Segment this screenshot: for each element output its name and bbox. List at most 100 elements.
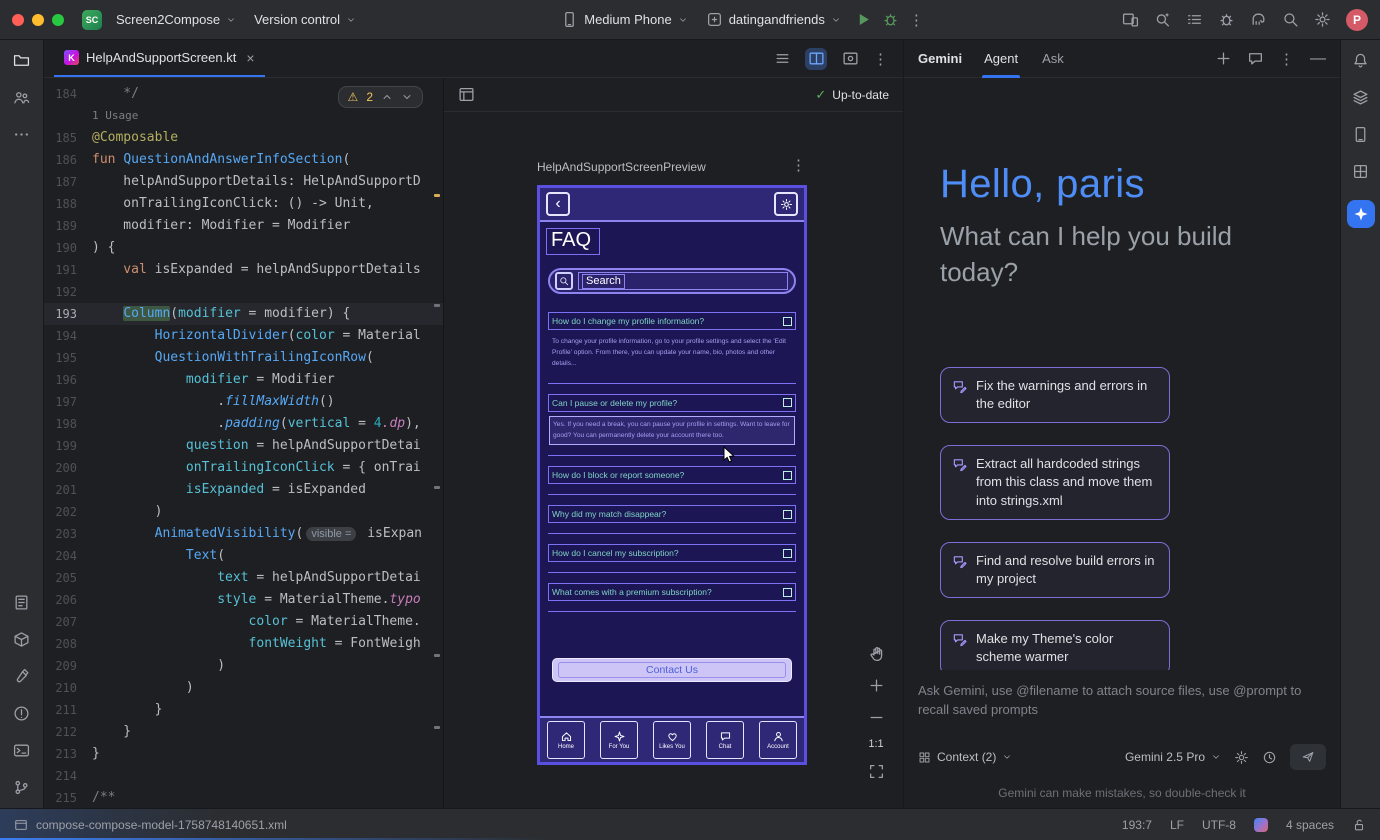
device-manager-icon[interactable] [1352,126,1369,143]
zoom-in-button[interactable] [865,674,887,696]
more-actions-button[interactable]: ⋮ [909,11,925,29]
minimize-window-button[interactable] [32,14,44,26]
chevron-down-icon [226,15,236,25]
project-selector[interactable]: Screen2Compose [112,8,240,31]
code-line: 214 [44,765,443,787]
project-tool-icon[interactable] [13,52,30,69]
new-chat-icon[interactable] [1215,50,1232,67]
hide-panel-icon[interactable]: — [1310,50,1326,68]
indent-setting[interactable]: 4 spaces [1286,818,1334,832]
faq-question-row: How do I change my profile information? [548,312,796,330]
ai-search-icon[interactable] [1154,11,1171,28]
previous-issue-icon[interactable] [381,91,393,103]
zoom-out-button[interactable] [865,706,887,728]
preview-options-button[interactable]: ⋮ [791,156,807,174]
editor-options-button[interactable]: ⋮ [873,50,889,68]
code-lines: 184 */1 Usage185@Composable186fun Questi… [44,83,443,808]
run-button[interactable] [855,11,872,28]
suggestion-card[interactable]: Make my Theme's color scheme warmer [940,620,1170,670]
zoom-ratio-button[interactable]: 1:1 [868,738,883,750]
person-icon [772,730,785,743]
tab-ask[interactable]: Ask [1040,40,1066,78]
debug-button[interactable] [882,11,899,28]
code-line: 199 question = helpAndSupportDetai [44,435,443,457]
editor-tab[interactable]: K HelpAndSupportScreen.kt × [54,40,265,77]
ui-check-mode-icon[interactable] [458,86,475,103]
close-window-button[interactable] [12,14,24,26]
close-tab-icon[interactable]: × [246,50,254,66]
send-button[interactable] [1290,744,1326,770]
gemini-options-button[interactable]: ⋮ [1279,50,1295,68]
minus-icon [868,709,885,726]
profiler-icon[interactable] [1218,11,1235,28]
file-icon [14,818,28,832]
warning-icon: ⚠ [348,90,359,104]
title-bar: SC Screen2Compose Version control Medium… [0,0,1380,40]
assistant-tool-icon[interactable] [1352,89,1369,106]
code-line: 207 color = MaterialTheme. [44,611,443,633]
profile-avatar[interactable]: P [1346,9,1368,31]
error-stripe[interactable] [433,78,443,808]
device-selector[interactable]: Medium Phone [557,7,691,32]
design-view-button[interactable] [839,48,861,70]
settings-icon[interactable] [1314,11,1331,28]
code-view-button[interactable] [771,48,793,70]
expand-toggle-icon [783,471,792,480]
chevron-down-icon [831,15,841,25]
inspection-widget[interactable]: ⚠ 2 [338,86,423,108]
terminal-tool-icon[interactable] [13,742,30,759]
right-tool-rail [1340,40,1380,808]
nav-item-account: Account [759,721,797,759]
split-view-button[interactable] [805,48,827,70]
nav-item-home: Home [547,721,585,759]
chat-history-icon[interactable] [1247,50,1264,67]
gemini-settings-icon[interactable] [1234,750,1249,765]
suggestion-card[interactable]: Find and resolve build errors in my proj… [940,542,1170,598]
chevron-down-icon [346,15,356,25]
gradle-sync-icon[interactable] [1250,11,1267,28]
gemini-body: Hello, paris What can I help you build t… [904,78,1340,670]
suggestion-card[interactable]: Fix the warnings and errors in the edito… [940,367,1170,423]
code-line: 208 fontWeight = FontWeigh [44,633,443,655]
build-tool-icon[interactable] [13,668,30,685]
gemini-tool-button[interactable] [1347,200,1375,228]
run-configuration-selector[interactable]: datingandfriends [702,7,845,32]
pan-button[interactable] [865,642,887,664]
model-selector[interactable]: Gemini 2.5 Pro [1125,750,1221,764]
layout-inspector-icon[interactable] [1352,163,1369,180]
resource-manager-icon[interactable] [13,631,30,648]
history-icon[interactable] [1262,750,1277,765]
code-line: 200 onTrailingIconClick = { onTrai [44,457,443,479]
caret-position[interactable]: 193:7 [1122,818,1152,832]
notifications-icon[interactable] [1352,52,1369,69]
preview-canvas[interactable]: HelpAndSupportScreenPreview ⋮ ‹ FAQ [444,112,903,808]
status-file-name[interactable]: compose-compose-model-1758748140651.xml [36,818,287,832]
code-editor[interactable]: 184 */1 Usage185@Composable186fun Questi… [44,78,443,808]
version-control-tool-icon[interactable] [13,779,30,796]
tab-agent[interactable]: Agent [982,40,1020,78]
divider [548,494,796,495]
search-everywhere-icon[interactable] [1282,11,1299,28]
status-bar: compose-compose-model-1758748140651.xml … [0,808,1380,840]
logcat-tool-icon[interactable] [13,594,30,611]
device-mirroring-icon[interactable] [1122,11,1139,28]
suggestion-card[interactable]: Extract all hardcoded strings from this … [940,445,1170,520]
gemini-status-icon[interactable] [1254,818,1268,832]
warning-count: 2 [366,90,373,104]
line-separator[interactable]: LF [1170,818,1184,832]
vcs-selector[interactable]: Version control [250,8,360,31]
file-encoding[interactable]: UTF-8 [1202,818,1236,832]
lock-icon[interactable] [1352,818,1366,832]
prompt-icon [952,554,967,569]
task-list-icon[interactable] [1186,11,1203,28]
prompt-input[interactable]: Ask Gemini, use @filename to attach sour… [918,682,1326,720]
code-line: 203 AnimatedVisibility(visible = isExpan [44,523,443,545]
commit-tool-icon[interactable] [13,89,30,106]
maximize-window-button[interactable] [52,14,64,26]
zoom-to-fit-button[interactable] [865,760,887,782]
problems-tool-icon[interactable] [13,705,30,722]
context-selector[interactable]: Context (2) [918,750,1012,764]
next-issue-icon[interactable] [401,91,413,103]
heart-icon [666,730,679,743]
more-tool-windows-icon[interactable] [13,126,30,143]
